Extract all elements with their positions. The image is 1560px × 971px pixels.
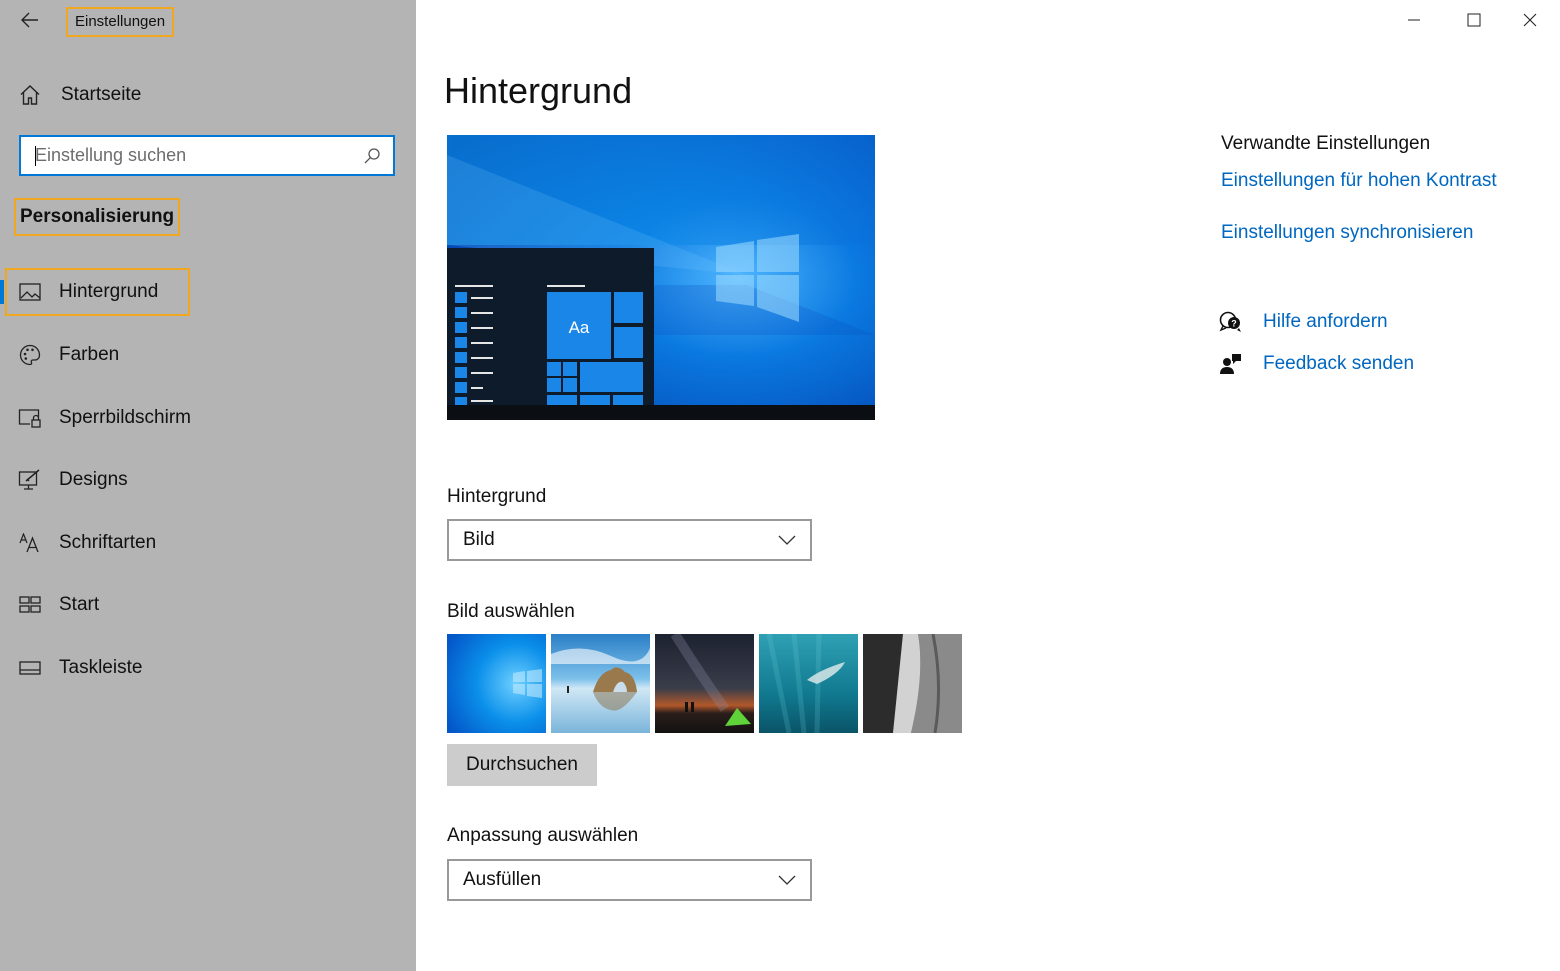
sidebar-item-sperrbildschirm[interactable]: Sperrbildschirm xyxy=(0,394,416,442)
sidebar-item-farben[interactable]: Farben xyxy=(0,331,416,379)
sidebar-item-label: Schriftarten xyxy=(59,532,157,553)
browse-button[interactable]: Durchsuchen xyxy=(447,744,597,786)
desktop-preview: Aa xyxy=(447,135,875,420)
back-arrow-icon xyxy=(21,12,38,28)
home-link[interactable]: Startseite xyxy=(18,78,141,112)
thumbnail-beach-rock-arch[interactable] xyxy=(551,634,650,733)
active-indicator xyxy=(0,280,4,304)
thumbnail-underwater-swimmer[interactable] xyxy=(759,634,858,733)
choose-picture-label: Bild auswählen xyxy=(447,601,575,622)
close-button[interactable] xyxy=(1500,0,1560,40)
background-value: Bild xyxy=(463,529,495,550)
fit-value: Ausfüllen xyxy=(463,869,542,890)
start-icon xyxy=(18,593,42,617)
close-icon xyxy=(1523,13,1537,27)
sidebar-item-schriftarten[interactable]: Schriftarten xyxy=(0,519,416,567)
svg-text:?: ? xyxy=(1231,319,1237,329)
chevron-down-icon xyxy=(778,875,796,885)
designs-icon xyxy=(18,468,42,492)
help-label: Hilfe anfordern xyxy=(1263,311,1388,332)
page-title: Hintergrund xyxy=(444,70,633,111)
thumbnail-night-sky-tent[interactable] xyxy=(655,634,754,733)
sidebar-item-taskleiste[interactable]: Taskleiste xyxy=(0,644,416,692)
palette-icon xyxy=(18,343,42,367)
minimize-button[interactable] xyxy=(1384,0,1444,40)
text-caret xyxy=(35,146,36,166)
feedback-link[interactable]: Feedback senden xyxy=(1219,350,1414,378)
help-link[interactable]: ? Hilfe anfordern xyxy=(1219,308,1388,336)
sidebar-item-label: Hintergrund xyxy=(59,281,159,302)
sidebar-item-start[interactable]: Start xyxy=(0,581,416,629)
preview-tile-text: Aa xyxy=(569,318,590,337)
sidebar-item-label: Farben xyxy=(59,344,120,365)
lockscreen-icon xyxy=(18,406,42,430)
home-label: Startseite xyxy=(61,84,142,105)
background-label: Hintergrund xyxy=(447,486,547,507)
thumbnail-rock-cliff[interactable] xyxy=(863,634,962,733)
related-settings-heading: Verwandte Einstellungen xyxy=(1221,133,1431,154)
sidebar-item-label: Start xyxy=(59,594,100,615)
feedback-label: Feedback senden xyxy=(1263,353,1415,374)
picture-thumbnails xyxy=(447,634,962,733)
thumbnail-windows-hero[interactable] xyxy=(447,634,546,733)
maximize-icon xyxy=(1467,13,1481,27)
sidebar-item-label: Taskleiste xyxy=(59,657,143,678)
chevron-down-icon xyxy=(778,535,796,545)
picture-icon xyxy=(18,280,42,304)
sync-settings-link[interactable]: Einstellungen synchronisieren xyxy=(1221,222,1473,244)
feedback-icon xyxy=(1219,352,1243,376)
background-dropdown[interactable]: Bild xyxy=(447,519,812,561)
sidebar-item-designs[interactable]: Designs xyxy=(0,456,416,504)
search-box[interactable] xyxy=(19,135,395,176)
taskbar-icon xyxy=(18,656,42,680)
fit-label: Anpassung auswählen xyxy=(447,825,639,846)
maximize-button[interactable] xyxy=(1444,0,1504,40)
sidebar-item-hintergrund[interactable]: Hintergrund xyxy=(0,268,416,316)
home-icon xyxy=(20,85,40,105)
section-heading: Personalisierung xyxy=(14,198,181,236)
app-title: Einstellungen xyxy=(66,7,175,37)
back-button[interactable] xyxy=(14,6,46,34)
high-contrast-link[interactable]: Einstellungen für hohen Kontrast xyxy=(1221,170,1497,192)
search-input[interactable] xyxy=(35,145,363,166)
fonts-icon xyxy=(18,531,42,555)
help-chat-icon: ? xyxy=(1219,310,1243,334)
sidebar-item-label: Sperrbildschirm xyxy=(59,407,191,428)
sidebar: Einstellungen Startseite Personalisierun… xyxy=(0,0,416,971)
sidebar-item-label: Designs xyxy=(59,469,128,490)
fit-dropdown[interactable]: Ausfüllen xyxy=(447,859,812,901)
search-icon[interactable] xyxy=(363,147,381,165)
minimize-icon xyxy=(1408,19,1420,21)
